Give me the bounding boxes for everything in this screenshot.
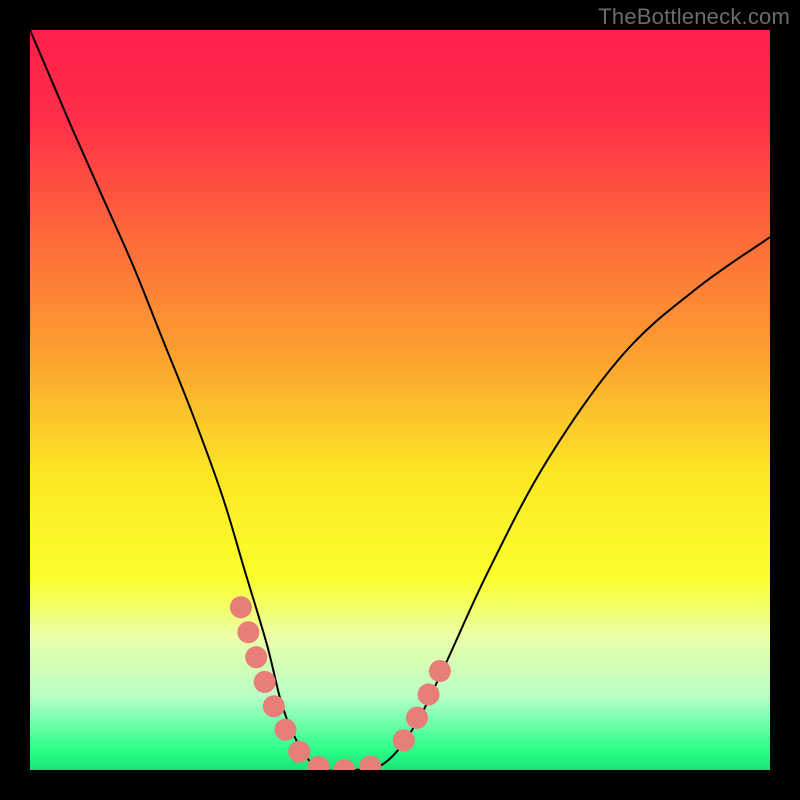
bottleneck-curve: [30, 30, 770, 770]
curve-svg: [30, 30, 770, 770]
watermark-text: TheBottleneck.com: [598, 4, 790, 30]
plot-area: [30, 30, 770, 770]
chart-stage: TheBottleneck.com: [0, 0, 800, 800]
highlight-bottom: [319, 764, 378, 770]
highlight-left: [241, 607, 319, 767]
highlight-right: [404, 652, 448, 741]
